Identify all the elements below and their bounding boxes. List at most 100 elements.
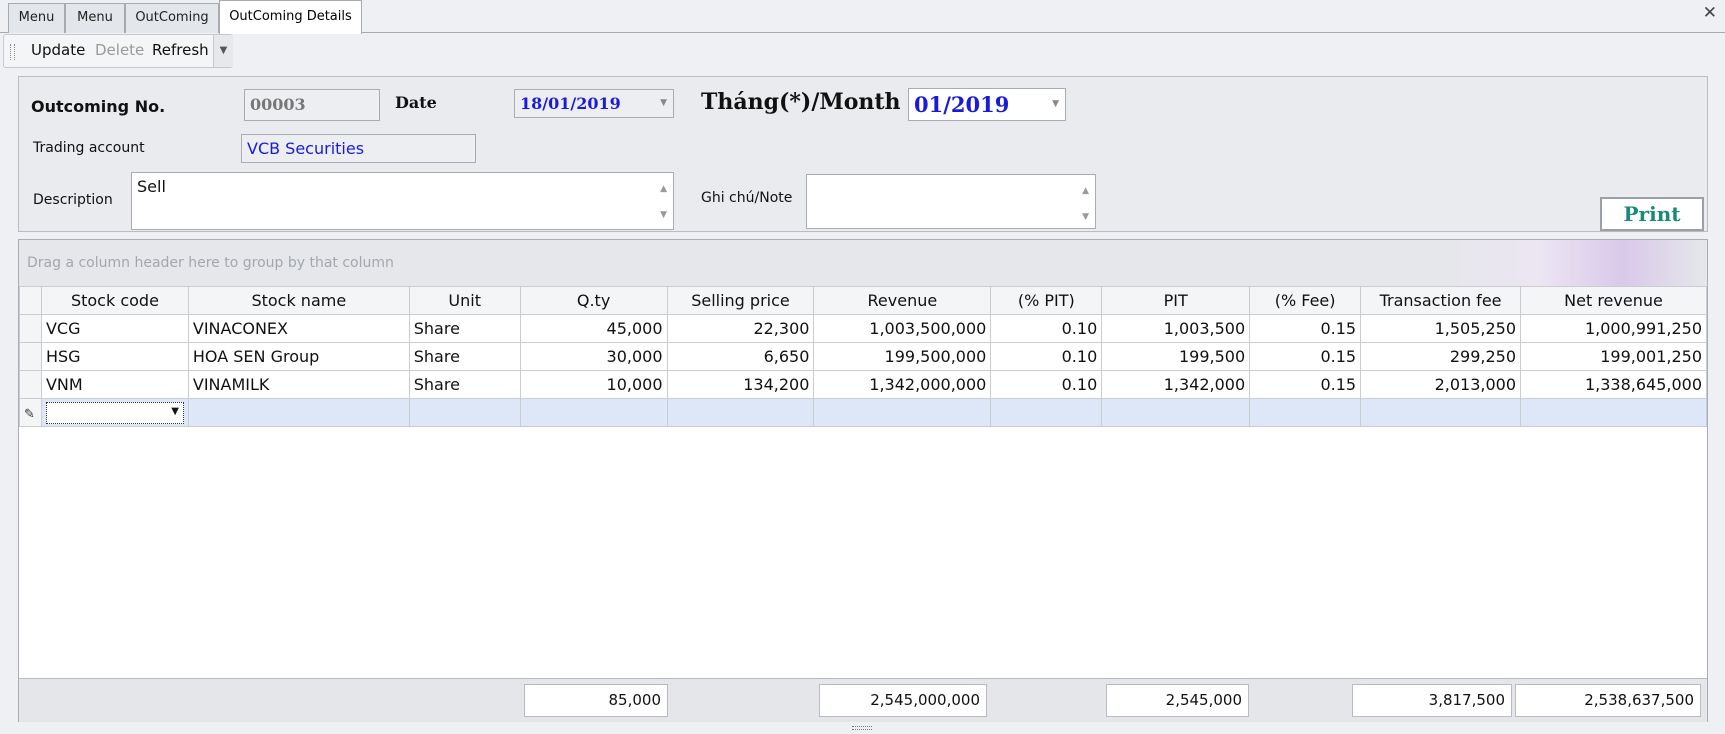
chevron-down-icon[interactable] [45,401,184,424]
tab-outcoming[interactable]: OutComing [125,3,219,33]
new-row-cell[interactable] [990,398,1103,427]
cell-fee-percent[interactable]: 0.15 [1249,370,1362,399]
delete-button[interactable]: Delete [95,41,144,59]
new-row-cell[interactable] [1249,398,1362,427]
note-label: Ghi chú/Note [701,190,793,206]
cell-net-revenue[interactable]: 1,338,645,000 [1520,370,1707,399]
row-indicator-header [19,286,42,315]
toolbar-overflow-button[interactable]: ▼ [213,35,233,67]
toolbar-grip-icon[interactable] [10,44,15,60]
column-header[interactable]: Net revenue [1520,286,1707,315]
description-value: Sell [137,177,166,196]
month-label: Tháng(*)/Month [701,89,901,115]
tab-outcoming-details[interactable]: OutComing Details [219,0,362,34]
date-field[interactable]: 18/01/2019 ▼ [514,89,674,118]
row-indicator[interactable] [19,370,42,399]
cell-transaction-fee[interactable]: 299,250 [1360,342,1521,371]
column-header[interactable]: PIT [1101,286,1251,315]
scroll-arrows-icon[interactable]: ▲ ▼ [660,176,667,228]
new-row-cell[interactable] [408,398,521,427]
tab-menu-2[interactable]: Menu [65,3,125,33]
cell-revenue[interactable]: 199,500,000 [813,342,992,371]
tab-strip: Menu Menu OutComing OutComing Details ✕ [0,0,1725,34]
group-by-panel[interactable]: Drag a column header here to group by th… [19,240,1707,286]
column-header[interactable]: (% PIT) [990,286,1103,315]
column-header[interactable]: Stock name [187,286,410,315]
cell-fee-percent[interactable]: 0.15 [1249,314,1362,343]
tab-menu-1[interactable]: Menu [8,3,65,33]
total-revenue: 2,545,000,000 [819,684,987,717]
chevron-down-icon[interactable]: ▼ [1052,89,1059,120]
cell-unit[interactable]: Share [408,370,521,399]
cell-pit[interactable]: 1,342,000 [1101,370,1251,399]
cell-fee-percent[interactable]: 0.15 [1249,342,1362,371]
cell-stock-name[interactable]: VINAMILK [187,370,410,399]
cell-qty[interactable]: 30,000 [519,342,668,371]
new-row-cell[interactable] [1101,398,1251,427]
trading-account-label: Trading account [33,140,145,156]
column-header[interactable]: Transaction fee [1360,286,1521,315]
new-row-cell[interactable] [1520,398,1707,427]
table-row[interactable]: HSG HOA SEN Group Share 30,000 6,650 199… [19,342,1707,371]
cell-stock-name[interactable]: VINACONEX [187,314,410,343]
column-header[interactable]: Unit [408,286,521,315]
column-header[interactable]: Stock code [40,286,189,315]
table-row[interactable]: VCG VINACONEX Share 45,000 22,300 1,003,… [19,314,1707,343]
cell-pit[interactable]: 1,003,500 [1101,314,1251,343]
date-value: 18/01/2019 [520,94,621,113]
cell-pit-percent[interactable]: 0.10 [990,314,1103,343]
cell-net-revenue[interactable]: 1,000,991,250 [1520,314,1707,343]
cell-transaction-fee[interactable]: 1,505,250 [1360,314,1521,343]
column-header[interactable]: Selling price [666,286,815,315]
cell-net-revenue[interactable]: 199,001,250 [1520,342,1707,371]
table-row[interactable]: VNM VINAMILK Share 10,000 134,200 1,342,… [19,370,1707,399]
cell-pit-percent[interactable]: 0.10 [990,342,1103,371]
note-textarea[interactable]: ▲ ▼ [806,174,1096,229]
total-qty: 85,000 [524,684,668,717]
row-indicator[interactable] [19,342,42,371]
cell-stock-name[interactable]: HOA SEN Group [187,342,410,371]
scroll-arrows-icon[interactable]: ▲ ▼ [1082,178,1089,230]
cell-stock-code[interactable]: HSG [40,342,189,371]
refresh-button[interactable]: Refresh [152,41,209,59]
print-button[interactable]: Print [1600,197,1704,231]
update-button[interactable]: Update [31,41,85,59]
cell-unit[interactable]: Share [408,342,521,371]
new-row-cell[interactable] [187,398,410,427]
new-row-cell[interactable] [813,398,992,427]
cell-pit-percent[interactable]: 0.10 [990,370,1103,399]
new-row-cell[interactable] [666,398,815,427]
cell-transaction-fee[interactable]: 2,013,000 [1360,370,1521,399]
close-icon[interactable]: ✕ [1703,3,1717,23]
column-header[interactable]: Revenue [813,286,992,315]
pencil-icon: ✎ [24,407,35,422]
column-header[interactable]: Q.ty [519,286,668,315]
new-item-row[interactable]: ✎ [19,398,1707,427]
description-label: Description [33,192,113,208]
new-row-cell[interactable] [1360,398,1521,427]
cell-qty[interactable]: 45,000 [519,314,668,343]
cell-qty[interactable]: 10,000 [519,370,668,399]
cell-selling-price[interactable]: 22,300 [666,314,815,343]
splitter-handle[interactable] [852,726,872,730]
cell-selling-price[interactable]: 6,650 [666,342,815,371]
details-grid: Drag a column header here to group by th… [18,239,1708,722]
cell-stock-code[interactable]: VNM [40,370,189,399]
cell-selling-price[interactable]: 134,200 [666,370,815,399]
month-field[interactable]: 01/2019 ▼ [908,88,1066,121]
new-row-stock-code-dropdown[interactable] [40,398,189,427]
cell-pit[interactable]: 199,500 [1101,342,1251,371]
trading-account-field[interactable]: VCB Securities [241,134,476,163]
month-value: 01/2019 [914,92,1010,117]
cell-revenue[interactable]: 1,342,000,000 [813,370,992,399]
column-header[interactable]: (% Fee) [1249,286,1362,315]
row-indicator[interactable]: ✎ [19,398,42,427]
description-textarea[interactable]: Sell ▲ ▼ [131,172,674,230]
row-indicator[interactable] [19,314,42,343]
chevron-down-icon[interactable]: ▼ [660,90,667,117]
outcoming-no-field[interactable]: 00003 [244,89,380,121]
cell-unit[interactable]: Share [408,314,521,343]
cell-stock-code[interactable]: VCG [40,314,189,343]
new-row-cell[interactable] [519,398,668,427]
cell-revenue[interactable]: 1,003,500,000 [813,314,992,343]
